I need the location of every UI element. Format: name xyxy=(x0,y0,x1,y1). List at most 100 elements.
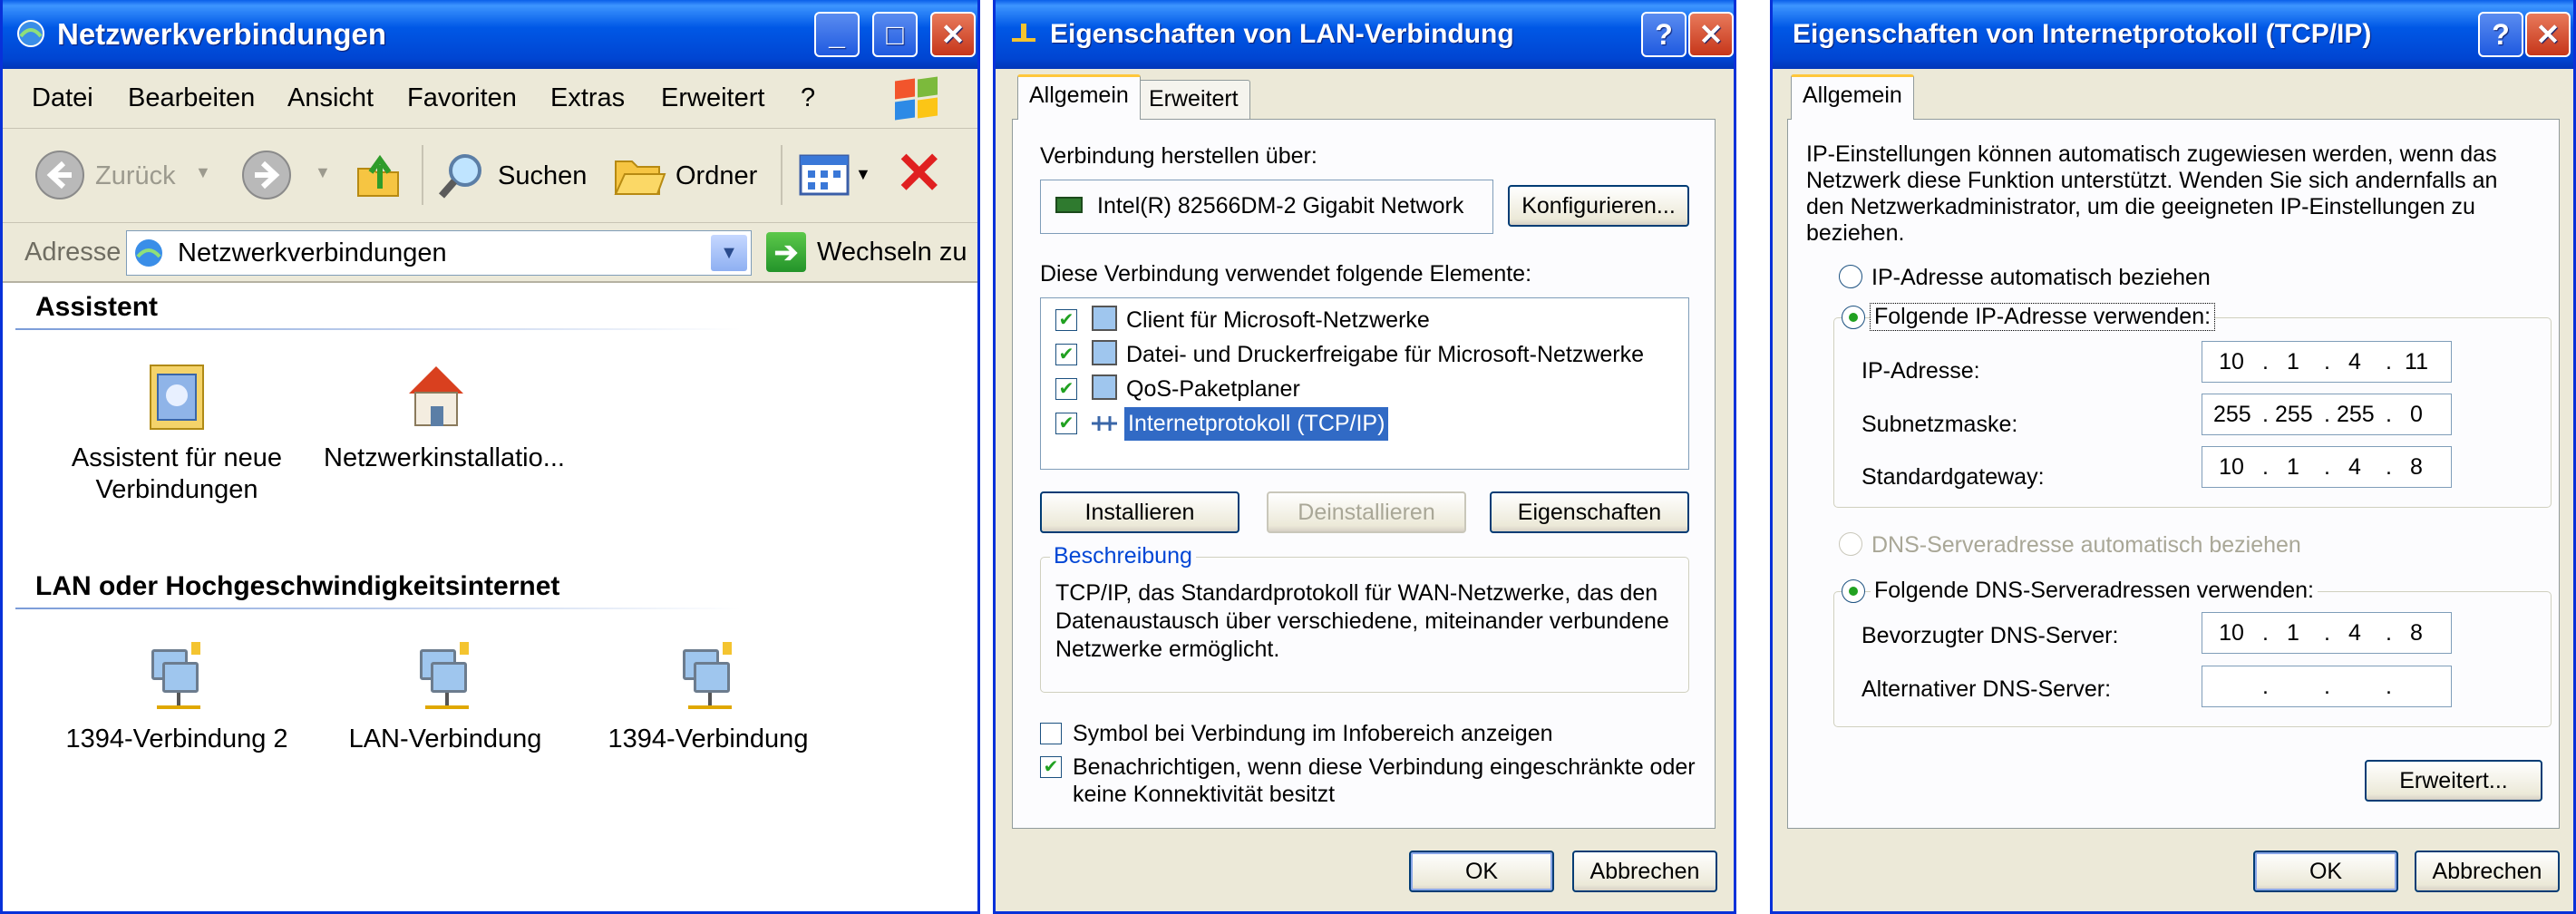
menu-extras[interactable]: Extras xyxy=(550,83,625,113)
alternate-dns-field[interactable]: . . . xyxy=(2202,666,2452,707)
cancel-button[interactable]: Abbrechen xyxy=(2415,851,2560,892)
tcpip-title-bar[interactable]: Eigenschaften von Internetprotokoll (TCP… xyxy=(1773,0,2573,69)
element-checkbox[interactable]: ✔ xyxy=(1055,344,1077,365)
adapter-box: Intel(R) 82566DM-2 Gigabit Network xyxy=(1040,180,1493,234)
menu-favoriten[interactable]: Favoriten xyxy=(407,83,517,113)
menu-help[interactable]: ? xyxy=(801,83,815,113)
network-setup-item[interactable]: Netzwerkinstallatio... xyxy=(318,361,565,474)
folders-button[interactable]: Ordner xyxy=(612,149,757,210)
ip-dot: . xyxy=(2262,454,2269,480)
list-item[interactable]: ✔ QoS-Paketplaner xyxy=(1041,373,1676,405)
ip-address-field[interactable]: 10. 1. 4. 11 xyxy=(2202,341,2452,383)
address-dropdown-button[interactable]: ▼ xyxy=(711,235,747,271)
properties-button[interactable]: Eigenschaften xyxy=(1490,491,1689,533)
ip-octet: 8 xyxy=(2410,454,2423,480)
file-sharing-icon xyxy=(1092,340,1117,365)
close-button[interactable]: ✕ xyxy=(2525,12,2571,57)
ok-button[interactable]: OK xyxy=(2253,851,2398,892)
folders-label: Ordner xyxy=(676,161,758,190)
auto-ip-label: IP-Adresse automatisch beziehen xyxy=(1871,265,2211,290)
lan-connection-label: LAN-Verbindung xyxy=(348,724,542,754)
elements-list[interactable]: ✔ Client für Microsoft-Netzwerke ✔ Datei… xyxy=(1040,297,1689,470)
lan-dialog-body: Allgemein Erweitert Verbindung herstelle… xyxy=(996,69,1734,911)
maximize-button[interactable]: □ xyxy=(872,12,918,57)
ip-dot: . xyxy=(2386,349,2392,374)
tab-allgemein[interactable]: Allgemein xyxy=(1791,74,1914,120)
close-button[interactable]: ✕ xyxy=(1688,12,1734,57)
element-checkbox[interactable]: ✔ xyxy=(1055,378,1077,400)
advanced-button[interactable]: Erweitert... xyxy=(2365,760,2542,802)
auto-dns-label: DNS-Serveradresse automatisch beziehen xyxy=(1871,532,2301,558)
tab-allgemein[interactable]: Allgemein xyxy=(1017,74,1141,120)
network-connection-icon xyxy=(409,642,481,715)
connection-1394-item[interactable]: 1394-Verbindung xyxy=(590,642,826,755)
ip-dot: . xyxy=(2386,454,2392,480)
forward-button[interactable]: ▼ xyxy=(240,149,331,209)
preferred-dns-field[interactable]: 10. 1. 4. 8 xyxy=(2202,612,2452,654)
ip-octet: 255 xyxy=(2337,402,2375,427)
intro-line: beziehen. xyxy=(1806,220,1905,246)
tcpip-tab-panel: IP-Einstellungen können automatisch zuge… xyxy=(1787,119,2560,829)
manual-dns-radio[interactable] xyxy=(1842,579,1865,603)
help-button[interactable]: ? xyxy=(1641,12,1687,57)
ok-button[interactable]: OK xyxy=(1409,851,1554,892)
alternate-dns-label: Alternativer DNS-Server: xyxy=(1862,676,2112,702)
lan-connection-item[interactable]: LAN-Verbindung xyxy=(327,642,563,755)
tab-erweitert[interactable]: Erweitert xyxy=(1137,80,1250,120)
address-input[interactable]: Netzwerkverbindungen ▼ xyxy=(126,230,752,276)
list-item[interactable]: ✔ Client für Microsoft-Netzwerke xyxy=(1041,304,1676,336)
install-label: Installieren xyxy=(1084,500,1195,525)
close-button[interactable]: ✕ xyxy=(930,12,976,57)
manual-ip-radio[interactable] xyxy=(1842,306,1865,329)
show-icon-checkbox[interactable] xyxy=(1040,723,1062,744)
ip-octet: 11 xyxy=(2405,349,2428,374)
toolbar-separator-2 xyxy=(781,145,783,205)
gateway-field[interactable]: 10. 1. 4. 8 xyxy=(2202,446,2452,488)
lan-properties-dialog: Eigenschaften von LAN-Verbindung ? ✕ All… xyxy=(993,0,1736,914)
explorer-title-bar[interactable]: Netzwerkverbindungen _ □ ✕ xyxy=(3,0,977,69)
ip-octet: 4 xyxy=(2348,454,2361,480)
intro-line: den Netzwerkadministrator, um die geeign… xyxy=(1806,194,2475,219)
menu-erweitert[interactable]: Erweitert xyxy=(661,83,764,113)
auto-ip-radio[interactable] xyxy=(1839,265,1862,288)
views-button[interactable]: ▼ xyxy=(799,152,871,205)
menu-datei[interactable]: Datei xyxy=(32,83,93,113)
back-label: Zurück xyxy=(95,161,176,190)
new-connection-wizard-item[interactable]: Assistent für neue Verbindungen xyxy=(59,361,295,506)
section-divider xyxy=(15,328,741,330)
menu-bearbeiten[interactable]: Bearbeiten xyxy=(128,83,255,113)
install-button[interactable]: Installieren xyxy=(1040,491,1239,533)
folder-up-icon[interactable] xyxy=(353,149,403,201)
client-icon xyxy=(1092,306,1117,331)
configure-button[interactable]: Konfigurieren... xyxy=(1508,185,1689,227)
help-button[interactable]: ? xyxy=(2478,12,2523,57)
elements-label: Diese Verbindung verwendet folgende Elem… xyxy=(1040,261,1532,287)
list-item-selected[interactable]: ✔ Internetprotokoll (TCP/IP) xyxy=(1041,407,1676,441)
tcpip-title: Eigenschaften von Internetprotokoll (TCP… xyxy=(1793,19,2372,49)
minimize-button[interactable]: _ xyxy=(814,12,860,57)
search-button[interactable]: Suchen xyxy=(434,149,587,210)
element-checkbox[interactable]: ✔ xyxy=(1055,309,1077,331)
description-group: Beschreibung TCP/IP, das Standardprotoko… xyxy=(1040,543,1689,693)
element-checkbox[interactable]: ✔ xyxy=(1055,413,1077,434)
notify-checkbox[interactable]: ✔ xyxy=(1040,756,1062,778)
menu-ansicht[interactable]: Ansicht xyxy=(287,83,374,113)
wizard-label: Assistent für neue Verbindungen xyxy=(71,443,283,504)
description-text: TCP/IP, das Standardprotokoll für WAN-Ne… xyxy=(1055,580,1669,662)
network-connection-icon xyxy=(672,642,744,715)
subnet-mask-field[interactable]: 255. 255. 255. 0 xyxy=(2202,394,2452,435)
uninstall-label: Deinstallieren xyxy=(1298,500,1435,525)
ip-octet: 4 xyxy=(2348,349,2361,374)
search-icon xyxy=(438,154,481,199)
address-label: Adresse xyxy=(24,238,122,267)
adapter-name: Intel(R) 82566DM-2 Gigabit Network xyxy=(1097,193,1464,219)
delete-icon[interactable]: ✕ xyxy=(895,141,944,205)
notify-label-line2: keine Konnektivität besitzt xyxy=(1073,782,1336,807)
cancel-button[interactable]: Abbrechen xyxy=(1572,851,1717,892)
list-item[interactable]: ✔ Datei- und Druckerfreigabe für Microso… xyxy=(1041,338,1676,371)
lan-title-bar[interactable]: Eigenschaften von LAN-Verbindung ? ✕ xyxy=(996,0,1734,69)
show-icon-label: Symbol bei Verbindung im Infobereich anz… xyxy=(1073,721,1553,746)
cancel-label: Abbrechen xyxy=(2432,859,2542,884)
connection-1394-2-item[interactable]: 1394-Verbindung 2 xyxy=(59,642,295,755)
ip-dot: . xyxy=(2386,402,2392,427)
